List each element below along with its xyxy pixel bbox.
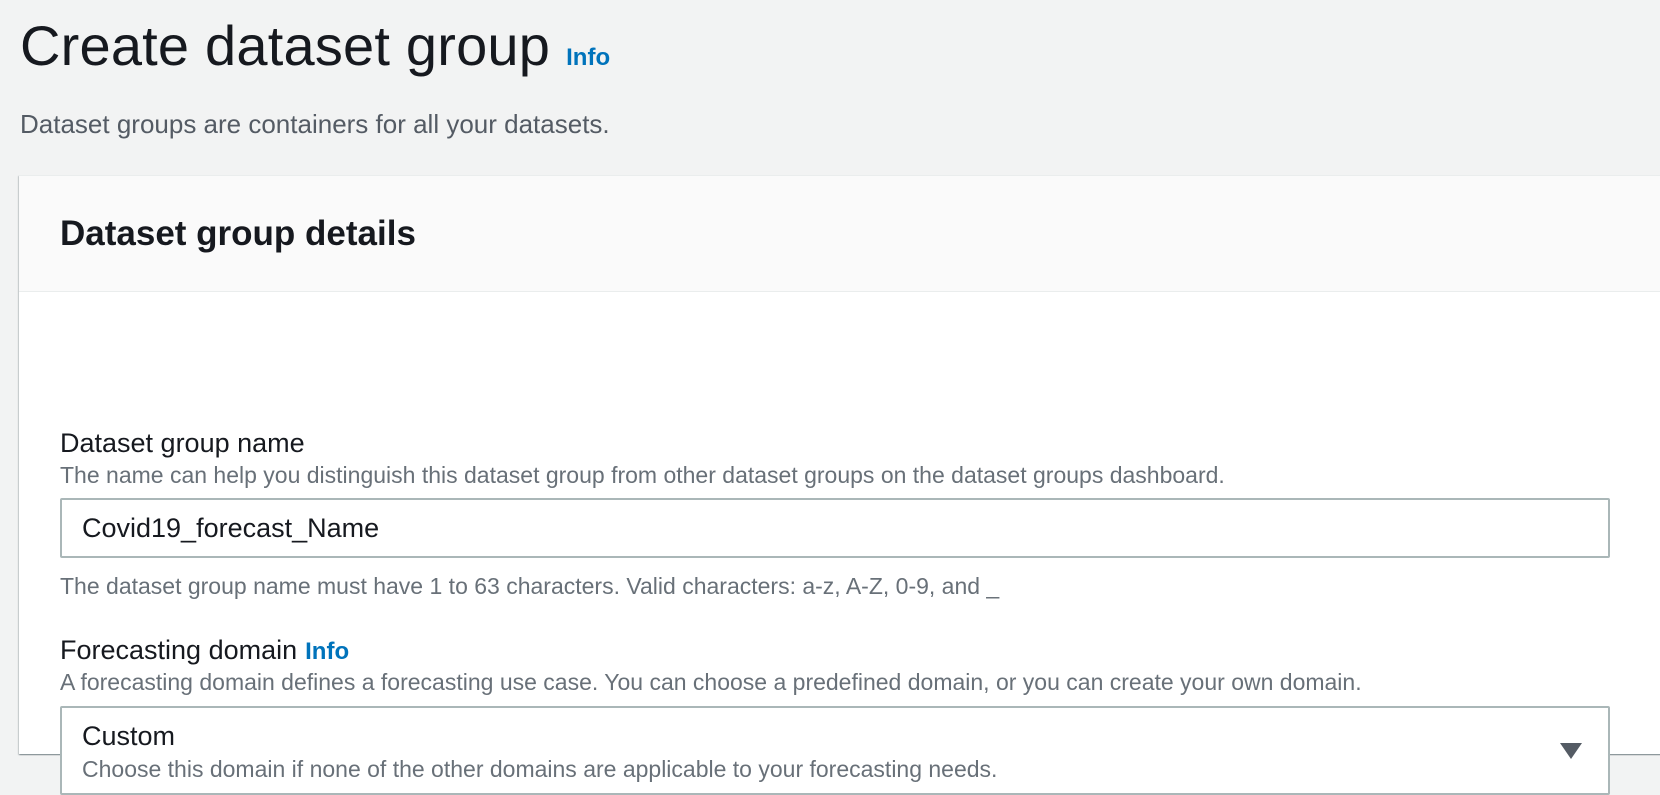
- caret-down-icon[interactable]: [1560, 743, 1582, 759]
- dataset-group-name-description: The name can help you distinguish this d…: [60, 462, 1225, 488]
- page-header: Create dataset group Info: [20, 8, 610, 84]
- dataset-group-details-panel: Dataset group details Dataset group name…: [19, 175, 1660, 795]
- forecasting-domain-info-link[interactable]: Info: [305, 634, 349, 670]
- forecasting-domain-selected-description: Choose this domain if none of the other …: [82, 756, 998, 782]
- panel-title: Dataset group details: [60, 213, 416, 253]
- forecasting-domain-label: Forecasting domain Info: [60, 632, 349, 670]
- page-title: Create dataset group: [20, 14, 551, 77]
- dataset-group-name-constraint: The dataset group name must have 1 to 63…: [60, 573, 1000, 599]
- page-info-link[interactable]: Info: [566, 44, 610, 72]
- forecasting-domain-label-text: Forecasting domain: [60, 635, 298, 665]
- forecasting-domain-description: A forecasting domain defines a forecasti…: [60, 669, 1362, 695]
- dataset-group-name-input[interactable]: [60, 498, 1610, 558]
- dataset-group-name-label: Dataset group name: [60, 425, 305, 461]
- panel-header: Dataset group details: [19, 176, 1660, 292]
- dataset-group-name-label-text: Dataset group name: [60, 428, 305, 458]
- forecasting-domain-select[interactable]: Custom Choose this domain if none of the…: [60, 706, 1610, 795]
- page-description: Dataset groups are containers for all yo…: [20, 109, 610, 139]
- forecasting-domain-selected-value: Custom: [82, 721, 176, 751]
